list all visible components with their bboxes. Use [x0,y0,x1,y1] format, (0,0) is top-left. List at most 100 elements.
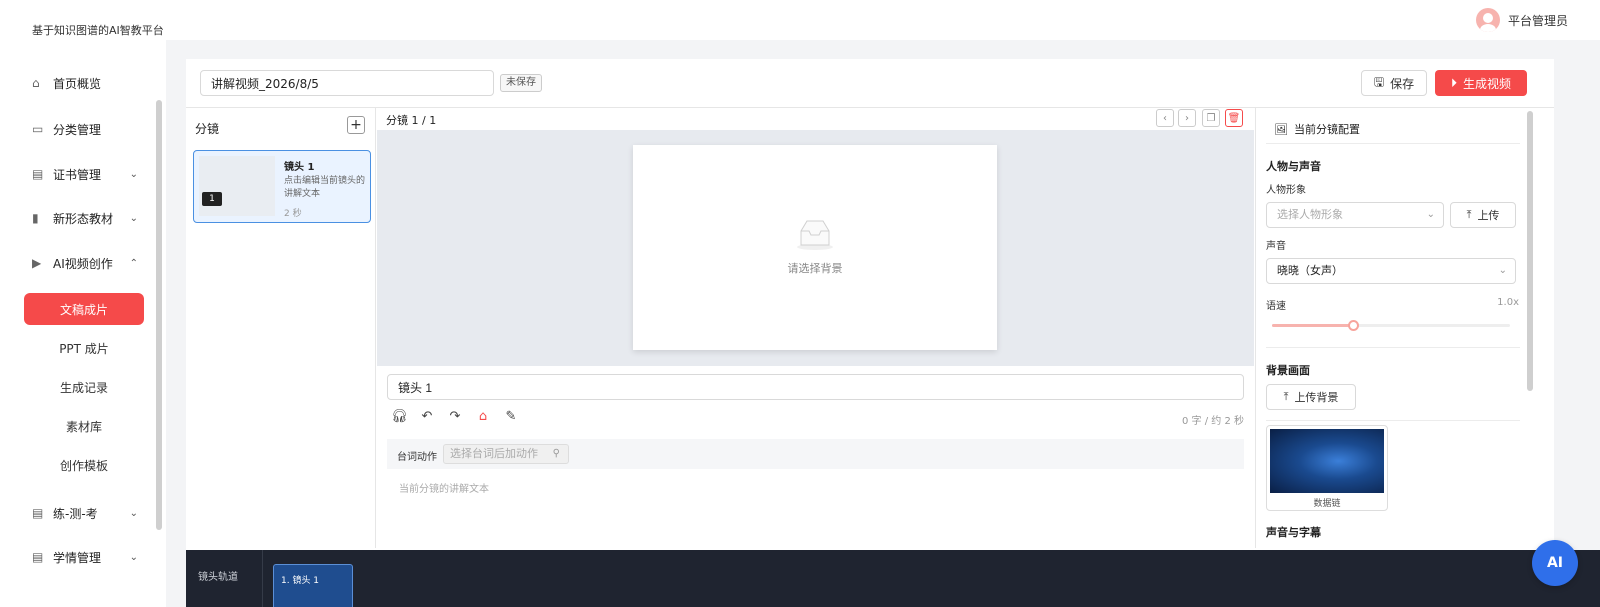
section-background: 背景画面 [1266,364,1310,377]
exam-icon: ▤ [32,506,44,520]
top-bar: 基于知识图谱的AI智教平台 平台管理员 [0,0,1600,40]
section-person: 人物与声音 [1266,160,1321,173]
sidebar-subitem-ppt-to-video[interactable]: PPT 成片 [24,332,144,364]
prev-shot-button[interactable]: ‹ [1156,109,1174,127]
plus-icon: + [350,117,362,133]
sidebar-item-analytics[interactable]: ▤ 学情管理 ⌄ [24,541,144,573]
divider [262,550,263,607]
sidebar-item-category[interactable]: ▭ 分类管理 [24,113,144,145]
shot-timeline: 镜头轨道 1. 镜头 1 [186,550,1600,607]
empty-inbox-icon [797,220,833,250]
chevron-left-icon: ‹ [1163,112,1167,124]
trash-icon: 🗑 [1227,112,1241,124]
upload-button-label: 上传 [1477,209,1500,222]
action-label: 台词动作 [397,452,437,463]
sidebar-subitem-assets[interactable]: 素材库 [24,410,144,442]
sidebar-item-ai-video[interactable]: ▶ AI视频创作 ⌃ [24,247,144,279]
timeline-clip[interactable]: 1. 镜头 1 [273,564,353,607]
shot-card[interactable]: 1 镜头 1 点击编辑当前镜头的讲解文本 2 秒 [193,150,371,223]
shot-thumbnail [199,156,275,216]
save-icon: 🖫 [1373,74,1385,89]
upload-icon: ⤒ [1283,390,1289,403]
book-icon: ▮ [32,211,39,225]
chevron-down-icon: ⌄ [1426,209,1435,220]
undo-icon[interactable]: ↶ [419,409,435,424]
certificate-icon: ▤ [32,167,44,181]
chevron-down-icon: ⌄ [129,168,138,180]
divider [1266,347,1520,348]
background-thumbnail-card[interactable]: 数据链 [1266,425,1388,511]
person-icon: ⚲ [552,448,560,459]
sidebar-item-exam[interactable]: ▤ 练-测-考 ⌄ [24,497,144,529]
analytics-icon: ▤ [32,550,44,564]
user-menu[interactable]: 平台管理员 [1475,8,1568,32]
shots-panel: 分镜 + 1 镜头 1 点击编辑当前镜头的讲解文本 2 秒 [186,108,376,548]
speed-value: 1.0x [1497,297,1519,308]
config-title-label: 当前分镜配置 [1293,123,1360,136]
sidebar-subitem-history[interactable]: 生成记录 [24,371,144,403]
ai-assistant-button[interactable]: AI [1532,540,1578,586]
video-title-input[interactable] [200,70,494,96]
action-select[interactable]: 选择台词后加动作 ⚲ [443,444,569,464]
sidebar-item-label: AI视频创作 [53,256,113,271]
voice-select[interactable]: 晓晓（女声） ⌄ [1266,258,1516,284]
divider [1266,143,1520,144]
sidebar-item-label: 练-测-考 [53,506,98,521]
speed-slider[interactable] [1272,320,1510,331]
copy-shot-button[interactable]: ❐ [1202,109,1220,127]
sidebar-item-label: 分类管理 [53,122,102,137]
shot-title-input[interactable] [387,374,1244,400]
chevron-down-icon: ⌄ [1498,265,1507,276]
sidebar-item-home[interactable]: ⌂ 首页概览 [24,67,144,99]
shot-description: 点击编辑当前镜头的讲解文本 [284,176,366,199]
upload-background-button[interactable]: ⤒ 上传背景 [1266,384,1356,410]
shot-name: 镜头 1 [284,162,315,173]
chevron-up-icon: ⌃ [129,257,138,269]
video-icon: ▶ [32,256,42,270]
sidebar-item-textbook[interactable]: ▮ 新形态教材 ⌄ [24,202,144,234]
play-circle-icon: ⏵ [1450,75,1457,90]
shot-duration: 2 秒 [284,209,302,219]
upload-background-label: 上传背景 [1294,391,1339,404]
sidebar-subitem-templates[interactable]: 创作模板 [24,449,144,481]
robot-icon[interactable]: ⌂ [475,409,491,424]
avatar[interactable] [1475,8,1500,32]
upload-avatar-button[interactable]: ⤒ 上传 [1450,202,1516,228]
add-shot-button[interactable]: + [347,116,365,134]
delete-shot-button[interactable]: 🗑 [1225,109,1243,127]
speed-label: 语速 [1266,301,1286,312]
headphones-icon[interactable]: 🎧︎ [391,409,408,424]
sidebar-item-label: 首页概览 [53,76,102,91]
avatar-label: 人物形象 [1266,185,1306,196]
config-scrollbar[interactable] [1527,111,1533,391]
redo-icon[interactable]: ↷ [447,409,463,424]
sidebar-item-certificate[interactable]: ▤ 证书管理 ⌄ [24,158,144,190]
status-badge: 未保存 [500,74,542,92]
timeline-clip-name: 1. 镜头 1 [281,576,320,586]
sidebar-scrollbar[interactable] [156,100,162,530]
divider [1266,420,1520,421]
chevron-down-icon: ⌄ [129,507,138,519]
canvas-hint: 请选择背景 [787,262,843,275]
config-title: 🖼︎ 当前分镜配置 [1274,121,1360,137]
narration-textarea[interactable]: 当前分镜的讲解文本 [399,480,489,495]
preview-stage: 请选择背景 [377,130,1254,366]
voice-select-value: 晓晓（女声） [1277,264,1343,277]
generate-button-label: 生成视频 [1463,76,1512,91]
sidebar: ⌂ 首页概览 ▭ 分类管理 ▤ 证书管理 ⌄ ▮ 新形态教材 ⌄ ▶ AI视频创… [0,40,166,607]
speed-slider-handle[interactable] [1347,320,1359,331]
sidebar-subitem-script-to-video[interactable]: 文稿成片 [24,293,144,325]
folder-icon: ▭ [32,122,44,136]
shots-title: 分镜 [195,122,220,136]
save-button[interactable]: 🖫 保存 [1361,70,1427,96]
avatar-select[interactable]: 选择人物形象 ⌄ [1266,202,1444,228]
timeline-label: 镜头轨道 [198,572,238,583]
preview-canvas[interactable]: 请选择背景 [633,145,997,350]
shot-number: 1 [202,192,222,206]
chevron-down-icon: ⌄ [129,212,138,224]
generate-video-button[interactable]: ⏵ 生成视频 [1435,70,1527,96]
sidebar-item-label: 学情管理 [53,550,102,565]
next-shot-button[interactable]: › [1178,109,1196,127]
edit-icon[interactable]: ✎ [503,409,519,424]
background-name: 数据链 [1313,499,1341,509]
